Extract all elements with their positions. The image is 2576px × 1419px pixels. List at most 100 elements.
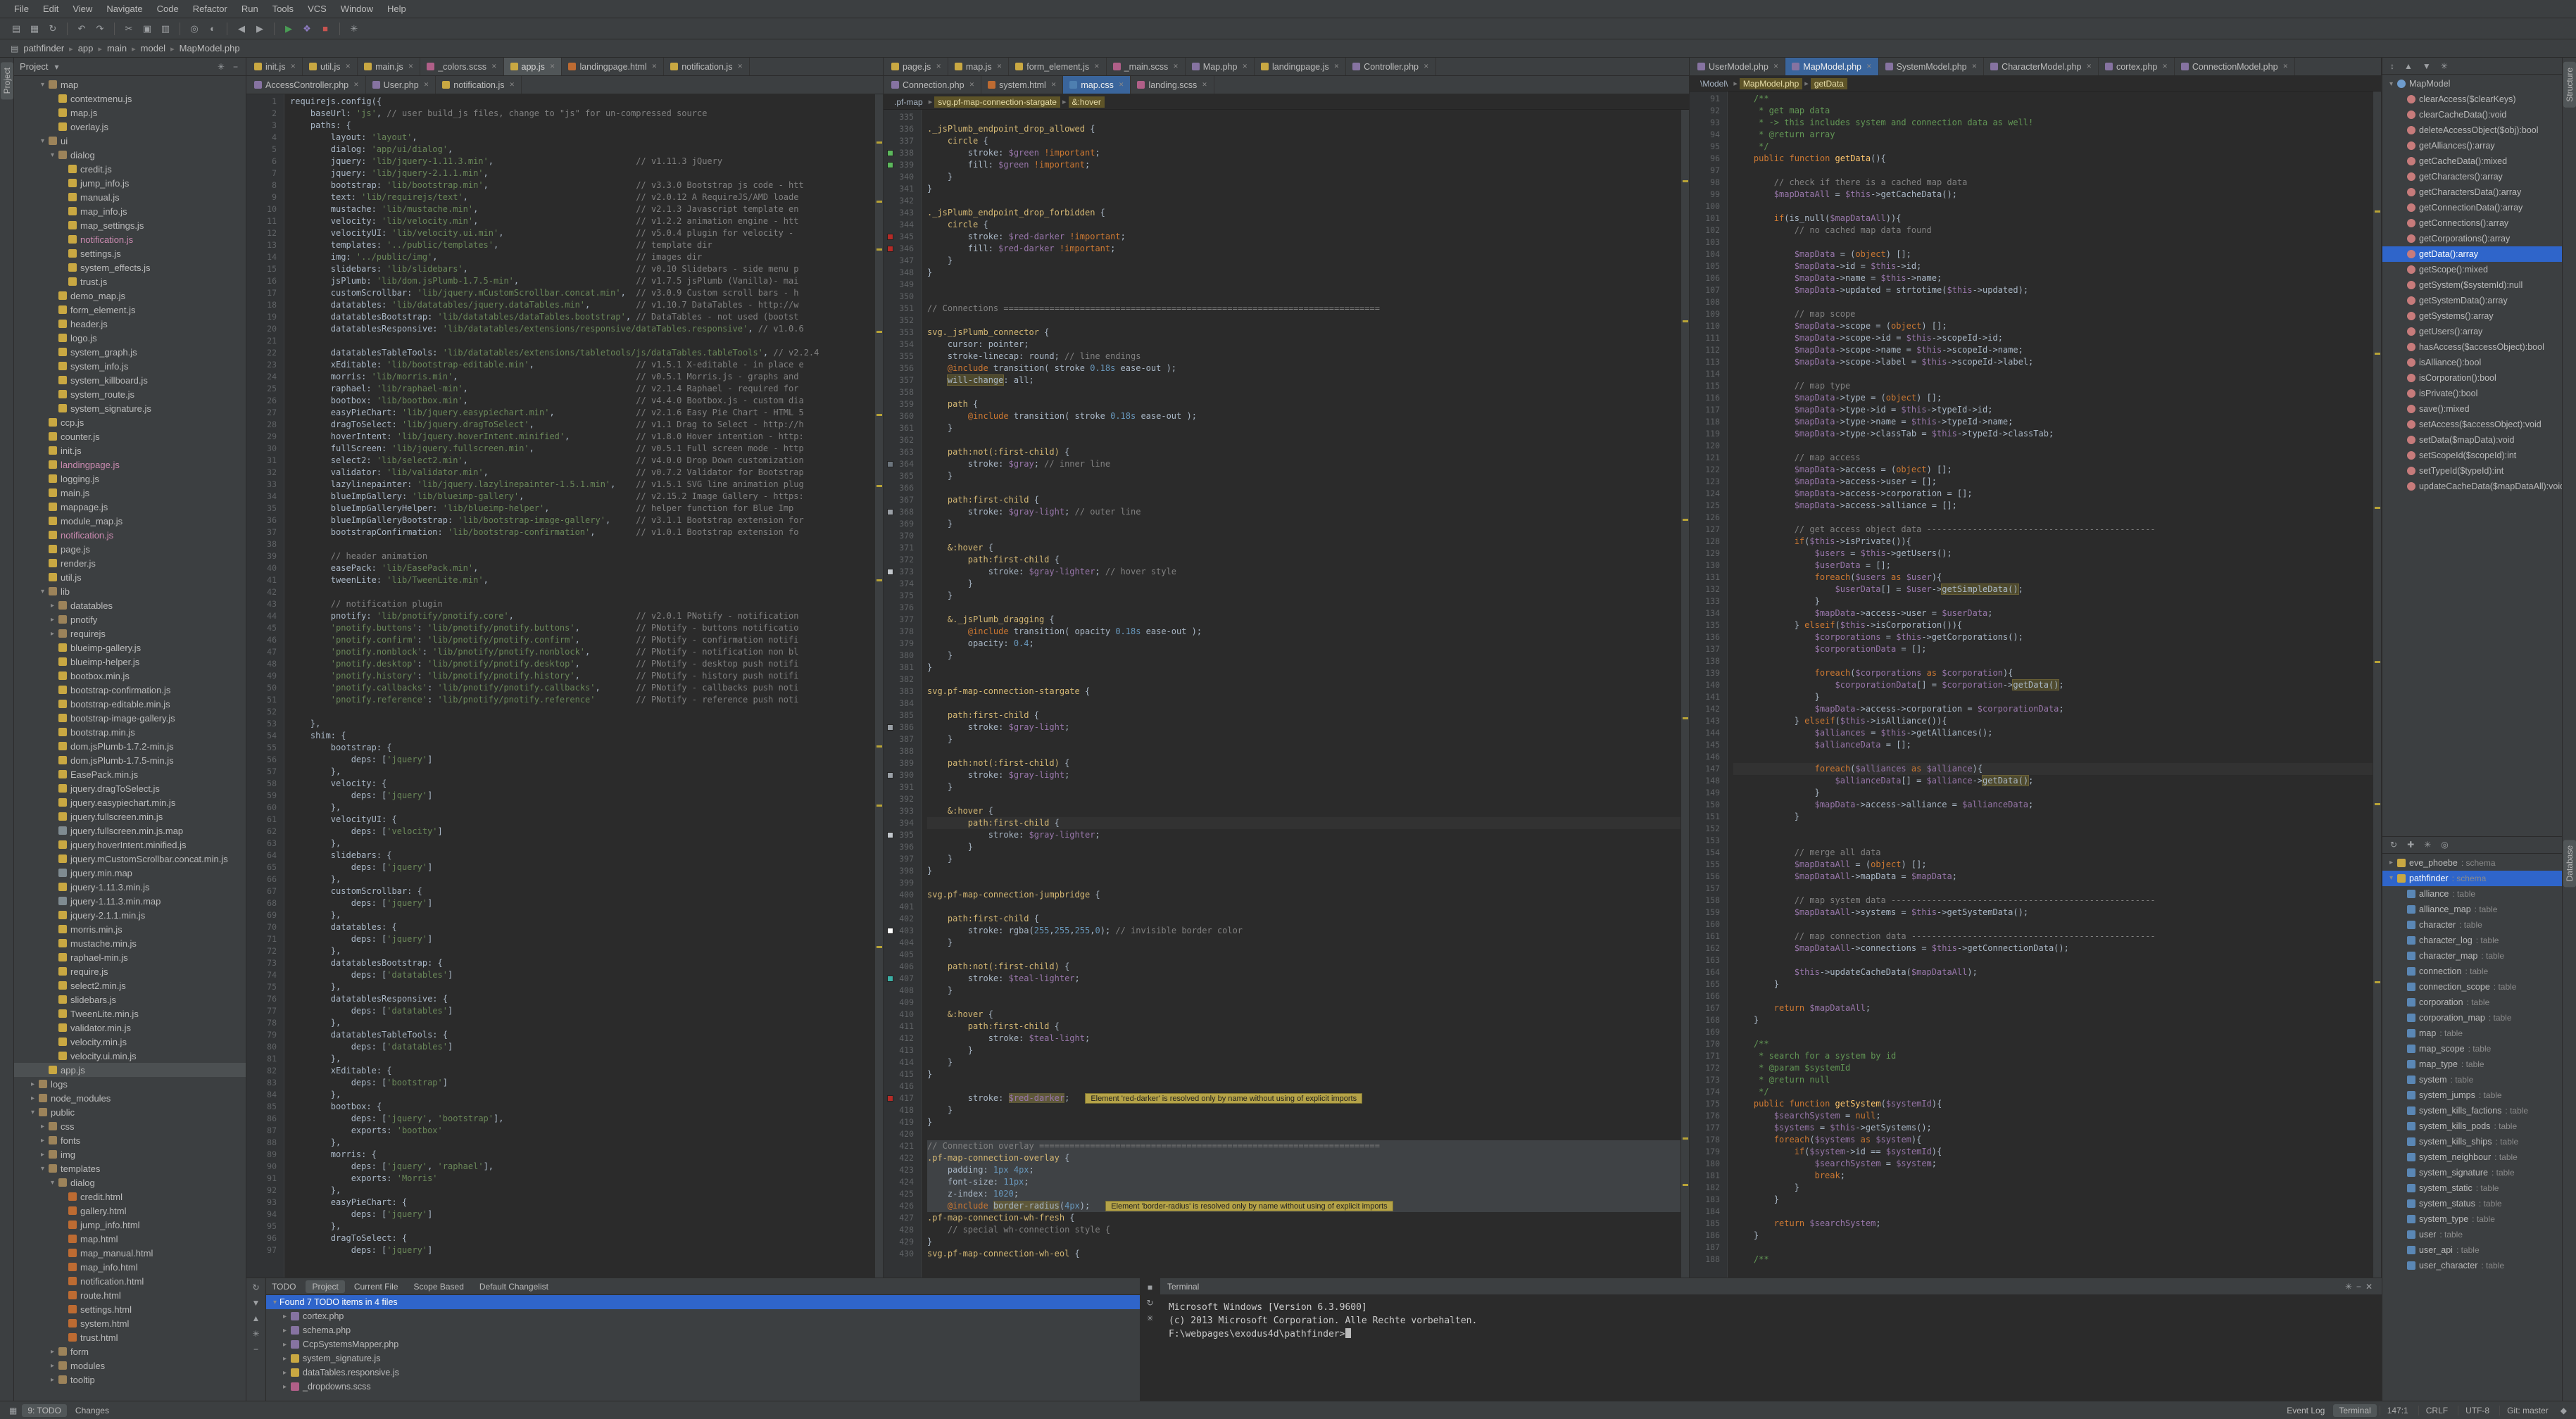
- collapse-icon[interactable]: −: [231, 62, 240, 72]
- project-tree-item[interactable]: overlay.js: [14, 120, 246, 134]
- toolwindow-button-project[interactable]: Project: [1, 62, 13, 99]
- project-tree-item[interactable]: velocity.ui.min.js: [14, 1049, 246, 1063]
- find-icon[interactable]: ◎: [186, 21, 203, 37]
- editor-tab[interactable]: map.js✕: [948, 58, 1009, 75]
- database-item[interactable]: system_neighbour: table: [2382, 1149, 2562, 1165]
- editor-tab[interactable]: form_element.js✕: [1009, 58, 1106, 75]
- todo-item[interactable]: ▸cortex.php: [266, 1309, 1140, 1323]
- editor-tab[interactable]: AccessController.php✕: [248, 76, 366, 94]
- structure-tree[interactable]: ▾MapModelclearAccess($clearKeys)clearCac…: [2382, 75, 2562, 836]
- editor-code[interactable]: ._jsPlumb_endpoint_drop_allowed { circle…: [922, 110, 1680, 1278]
- paste-icon[interactable]: ▥: [157, 21, 174, 37]
- editor-tab[interactable]: init.js✕: [248, 58, 303, 75]
- breadcrumb-item[interactable]: getData: [1811, 78, 1847, 89]
- project-tree-item[interactable]: module_map.js: [14, 514, 246, 528]
- project-tree-item[interactable]: page.js: [14, 542, 246, 556]
- project-tree-item[interactable]: util.js: [14, 570, 246, 584]
- project-tree-item[interactable]: map_settings.js: [14, 218, 246, 232]
- project-tree-item[interactable]: ▾lib: [14, 584, 246, 598]
- project-tree-item[interactable]: jquery.mCustomScrollbar.concat.min.js: [14, 852, 246, 866]
- project-tree-item[interactable]: TweenLite.min.js: [14, 1007, 246, 1021]
- tree-arrow[interactable]: ▸: [280, 1369, 289, 1377]
- menu-item[interactable]: Navigate: [99, 1, 149, 17]
- structure-toolbar-icon-2[interactable]: ▼: [2420, 61, 2433, 71]
- project-tree-item[interactable]: main.js: [14, 486, 246, 500]
- project-tree-item[interactable]: settings.html: [14, 1302, 246, 1316]
- editor-tab[interactable]: landingpage.html✕: [562, 58, 664, 75]
- todo-toolbar-icon-0[interactable]: ↻: [250, 1282, 261, 1292]
- breadcrumb-item[interactable]: main: [104, 42, 130, 55]
- settings-icon[interactable]: ✳: [215, 62, 227, 72]
- structure-item[interactable]: clearAccess($clearKeys): [2382, 92, 2562, 107]
- project-tree-item[interactable]: credit.js: [14, 162, 246, 176]
- project-tree-item[interactable]: ▸datatables: [14, 598, 246, 612]
- editor-body[interactable]: 9192939495969798991001011021031041051061…: [1690, 92, 2381, 1278]
- error-stripe[interactable]: [1680, 110, 1689, 1278]
- database-item[interactable]: character: table: [2382, 917, 2562, 933]
- breadcrumb-item[interactable]: model: [138, 42, 168, 55]
- structure-item[interactable]: isPrivate():bool: [2382, 386, 2562, 401]
- close-icon[interactable]: ✕: [1202, 81, 1207, 89]
- database-item[interactable]: system_type: table: [2382, 1211, 2562, 1227]
- project-tree-item[interactable]: mappage.js: [14, 500, 246, 514]
- project-tree-item[interactable]: jump_info.html: [14, 1218, 246, 1232]
- project-tree-item[interactable]: jquery-1.11.3.min.js: [14, 880, 246, 894]
- tree-arrow[interactable]: ▸: [28, 1080, 37, 1088]
- tree-arrow[interactable]: ▾: [38, 137, 47, 145]
- project-tree-item[interactable]: credit.html: [14, 1190, 246, 1204]
- run-icon[interactable]: ▶: [280, 21, 297, 37]
- forward-icon[interactable]: ▶: [251, 21, 268, 37]
- todo-view-tab[interactable]: Project: [306, 1280, 344, 1293]
- tree-arrow[interactable]: ▾: [48, 151, 57, 159]
- close-icon[interactable]: ✕: [1866, 63, 1872, 70]
- project-tree-item[interactable]: contextmenu.js: [14, 92, 246, 106]
- project-tree-item[interactable]: system_info.js: [14, 359, 246, 373]
- menu-item[interactable]: View: [65, 1, 99, 17]
- project-tree-item[interactable]: bootstrap.min.js: [14, 725, 246, 739]
- breadcrumb-item[interactable]: .pf-map: [891, 96, 926, 108]
- project-tree-item[interactable]: logo.js: [14, 331, 246, 345]
- project-tree-item[interactable]: counter.js: [14, 429, 246, 443]
- project-tree-item[interactable]: EasePack.min.js: [14, 767, 246, 781]
- close-icon[interactable]: ✕: [1773, 63, 1779, 70]
- statusbar-button[interactable]: Event Log: [2281, 1404, 2330, 1417]
- database-item[interactable]: system_kills_pods: table: [2382, 1118, 2562, 1134]
- structure-item[interactable]: clearCacheData():void: [2382, 107, 2562, 122]
- database-item[interactable]: user_api: table: [2382, 1242, 2562, 1258]
- tree-arrow[interactable]: ▸: [48, 1376, 57, 1384]
- project-tree-item[interactable]: ▸modules: [14, 1358, 246, 1373]
- tree-arrow[interactable]: ▾: [2387, 874, 2396, 882]
- database-item[interactable]: alliance: table: [2382, 886, 2562, 902]
- todo-toolbar-icon-4[interactable]: −: [251, 1344, 260, 1354]
- editor-tab[interactable]: landing.scss✕: [1131, 76, 1214, 94]
- database-item[interactable]: system_jumps: table: [2382, 1087, 2562, 1103]
- structure-item[interactable]: getCharacters():array: [2382, 169, 2562, 184]
- close-icon[interactable]: ✕: [969, 81, 975, 89]
- project-tree-item[interactable]: notification.js: [14, 528, 246, 542]
- project-tree-item[interactable]: landingpage.js: [14, 458, 246, 472]
- menu-item[interactable]: Run: [234, 1, 265, 17]
- project-tree-item[interactable]: route.html: [14, 1288, 246, 1302]
- project-tree-item[interactable]: manual.js: [14, 190, 246, 204]
- structure-toolbar-icon-3[interactable]: ✳: [2439, 61, 2450, 71]
- statusbar-button[interactable]: Changes: [70, 1404, 115, 1417]
- editor-code[interactable]: /** * get map data * -> this includes sy…: [1728, 92, 2373, 1278]
- project-tree-item[interactable]: raphael-min.js: [14, 950, 246, 964]
- close-icon[interactable]: ✕: [1424, 63, 1429, 70]
- project-tree-item[interactable]: blueimp-gallery.js: [14, 641, 246, 655]
- database-item[interactable]: map_scope: table: [2382, 1041, 2562, 1057]
- structure-item[interactable]: getSystems():array: [2382, 308, 2562, 324]
- breadcrumb-item[interactable]: \Model\: [1697, 78, 1731, 89]
- structure-item[interactable]: setTypeId($typeId):int: [2382, 463, 2562, 479]
- editor-tab[interactable]: Controller.php✕: [1346, 58, 1435, 75]
- menu-item[interactable]: Refactor: [186, 1, 234, 17]
- editor-tab[interactable]: UserModel.php✕: [1691, 58, 1785, 75]
- project-tree-item[interactable]: notification.html: [14, 1274, 246, 1288]
- database-item[interactable]: system: table: [2382, 1072, 2562, 1087]
- project-tree-item[interactable]: blueimp-helper.js: [14, 655, 246, 669]
- copy-icon[interactable]: ▣: [139, 21, 156, 37]
- tree-arrow[interactable]: ▾: [270, 1299, 279, 1306]
- todo-item[interactable]: ▸CcpSystemsMapper.php: [266, 1337, 1140, 1351]
- todo-item[interactable]: ▸schema.php: [266, 1323, 1140, 1337]
- close-icon[interactable]: ✕: [2283, 63, 2289, 70]
